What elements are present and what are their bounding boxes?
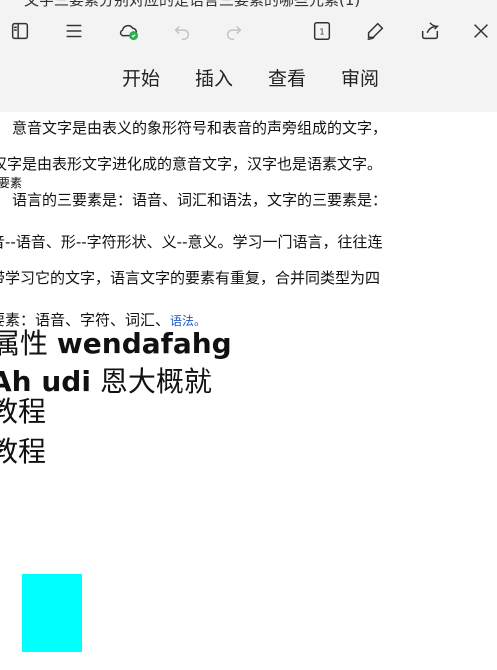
cyan-rectangle-shape[interactable] [22,574,82,652]
big-line-3: 教程 [0,395,47,428]
redo-icon[interactable] [218,12,250,50]
doc-line-3: 要素 [0,176,23,190]
doc-line-4: 语言的三要素是：语音、词汇和语法，文字的三要素是： [12,191,388,209]
page-count-label: 1 [319,27,324,37]
tab-start[interactable]: 开始 [122,62,160,96]
doc-line-2: 汉字是由表形文字进化成的意音文字，汉字也是语素文字。 [0,155,383,173]
undo-icon[interactable] [166,12,198,50]
doc-line-5: 音--语音、形--字符形状、义--意义。学习一门语言，往往连 [0,233,383,251]
big-line-2: Ah udi 恩大概就 [0,366,212,398]
menu-icon[interactable] [58,12,90,50]
close-icon[interactable] [465,12,497,50]
big-line-2-suffix: 恩大概就 [90,365,212,398]
page-count-icon[interactable]: 1 [306,12,338,50]
document-canvas[interactable]: 意音文字是由表义的象形符号和表音的声旁组成的文字， 汉字是由表形文字进化成的意音… [0,112,497,670]
big-line-4: 教程 [0,435,47,468]
tab-view[interactable]: 查看 [268,62,306,96]
big-line-2-bold: Ah udi [0,365,91,398]
document-title-partial: 文字三要素分别对应的是语言三要素的哪些元素(1) [24,0,464,8]
doc-line-6: 带学习它的文字，语言文字的要素有重复，合并同类型为四 [0,269,381,287]
big-line-1: 属性 wendafahg [0,328,232,360]
doc-line-1: 意音文字是由表义的象形符号和表音的声旁组成的文字， [12,119,388,137]
cloud-sync-icon[interactable] [113,12,145,50]
pen-icon[interactable] [359,12,391,50]
outline-icon[interactable] [4,12,36,50]
share-icon[interactable] [414,12,446,50]
tab-insert[interactable]: 插入 [195,62,233,96]
ribbon-tabs: 开始 插入 查看 审阅 [0,62,497,98]
grammar-link[interactable]: 语法。 [170,314,206,328]
top-toolbar-area: 文字三要素分别对应的是语言三要素的哪些元素(1) 1 开始 [0,0,497,112]
big-line-1-prefix: 属性 [0,327,49,360]
big-line-1-bold: wendafahg [56,327,232,360]
tab-review[interactable]: 审阅 [341,62,379,96]
toolbar: 1 [0,12,497,50]
